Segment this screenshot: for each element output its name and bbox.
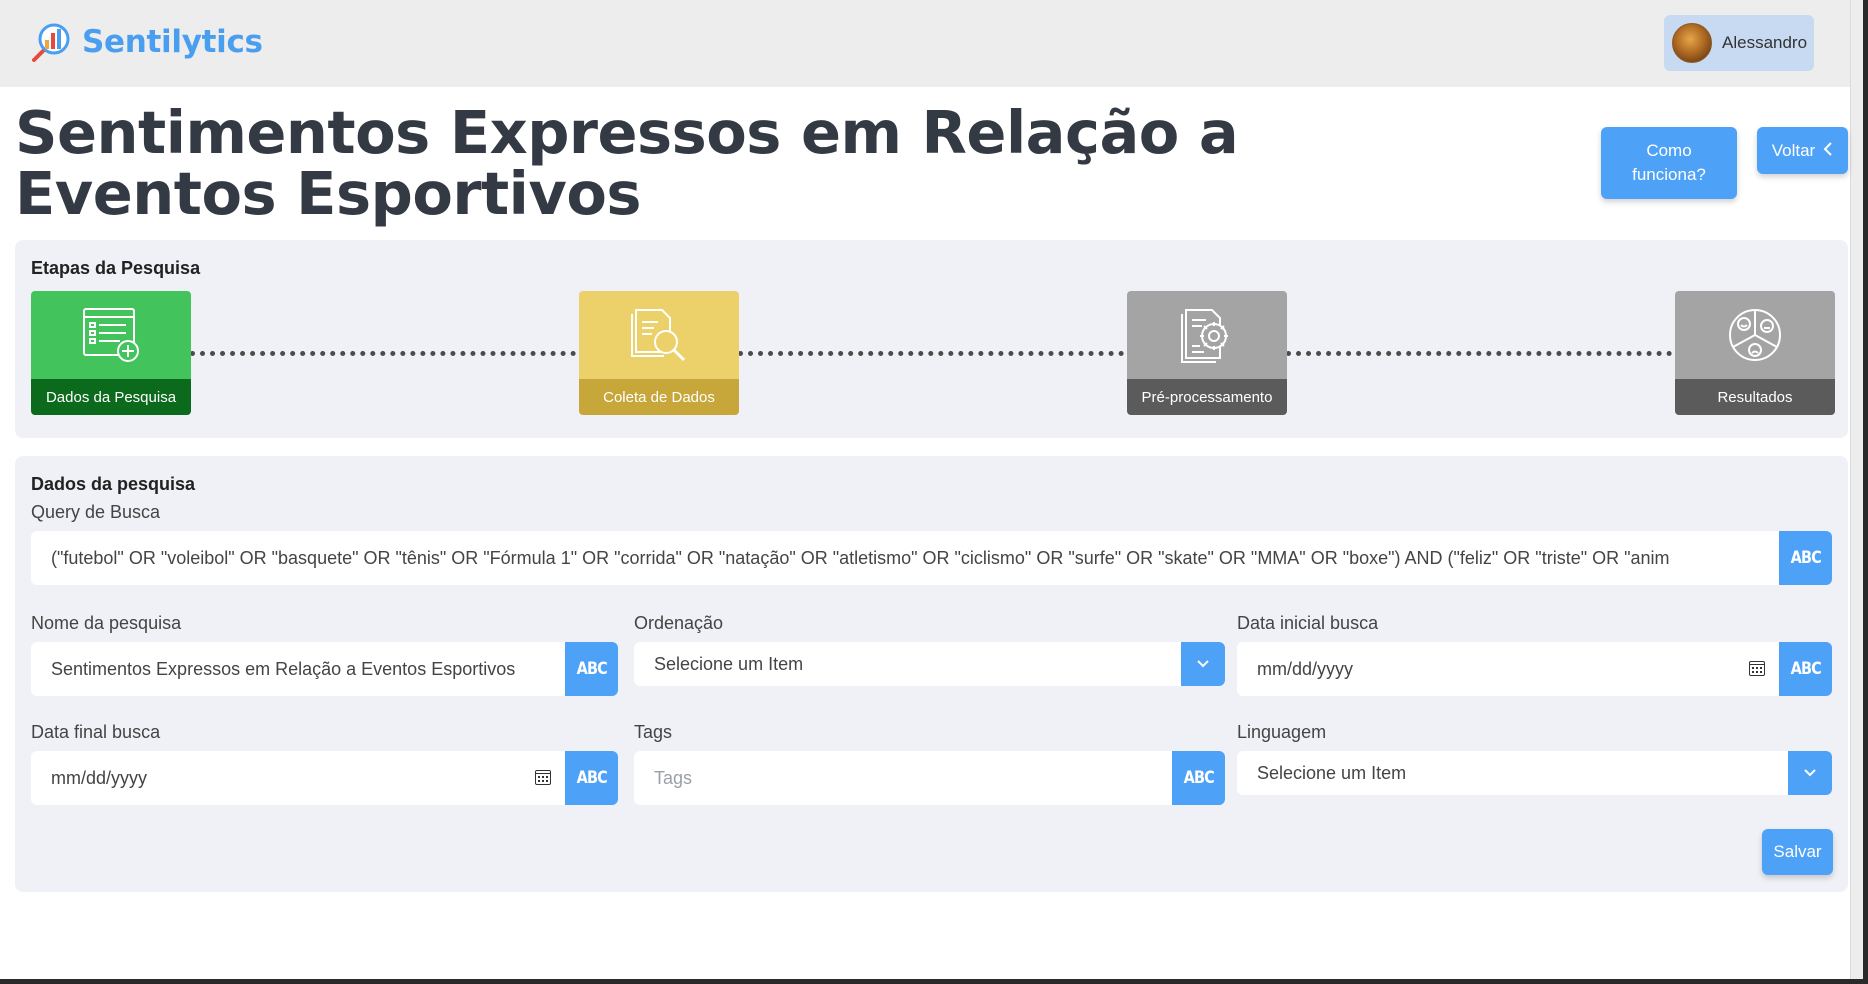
step-resultados[interactable]: Resultados <box>1675 291 1835 415</box>
end-date-label: Data final busca <box>31 722 161 742</box>
end-date-input[interactable]: mm/dd/yyyy <box>31 751 565 805</box>
start-date-input[interactable]: mm/dd/yyyy <box>1237 642 1779 696</box>
calendar-icon[interactable] <box>1749 661 1765 676</box>
step-label: Resultados <box>1675 379 1835 415</box>
name-input[interactable]: Sentimentos Expressos em Relação a Event… <box>31 642 565 696</box>
chevron-down-icon[interactable] <box>1181 642 1225 686</box>
research-data-panel: Dados da pesquisa Query de Busca ("futeb… <box>15 456 1848 892</box>
brand[interactable]: Sentilytics <box>30 20 263 64</box>
research-steps-panel: Etapas da Pesquisa Dados da Pesquisa Col… <box>15 240 1848 438</box>
language-selected: Selecione um Item <box>1257 762 1407 783</box>
back-button[interactable]: Voltar <box>1757 127 1848 174</box>
start-date-label: Data inicial busca <box>1237 613 1379 633</box>
tags-label: Tags <box>634 722 673 742</box>
document-search-icon <box>579 291 739 379</box>
start-date-abc-button[interactable]: ABC <box>1779 642 1832 696</box>
steps-title: Etapas da Pesquisa <box>31 258 201 278</box>
window-scrollbar-track[interactable] <box>1850 0 1863 979</box>
save-button[interactable]: Salvar <box>1762 829 1833 875</box>
tags-input-group: Tags ABC <box>634 751 1225 805</box>
sentiment-pie-icon <box>1675 291 1835 379</box>
chevron-left-icon <box>1823 141 1833 161</box>
query-input[interactable]: ("futebol" OR "voleibol" OR "basquete" O… <box>31 531 1779 585</box>
chevron-down-icon[interactable] <box>1788 751 1832 795</box>
user-name: Alessandro <box>1722 33 1808 52</box>
step-connector <box>738 351 1124 356</box>
abc-label: ABC <box>1790 659 1821 679</box>
abc-label: ABC <box>1790 548 1821 568</box>
user-menu-button[interactable]: Alessandro <box>1664 15 1814 71</box>
avatar <box>1672 23 1712 63</box>
end-date-abc-button[interactable]: ABC <box>565 751 618 805</box>
query-label: Query de Busca <box>31 502 161 522</box>
magnifier-chart-logo-icon <box>30 20 72 64</box>
end-date-input-group: mm/dd/yyyy ABC <box>31 751 618 805</box>
language-select[interactable]: Selecione um Item <box>1237 751 1832 795</box>
ordering-select[interactable]: Selecione um Item <box>634 642 1225 686</box>
form-list-icon <box>31 291 191 379</box>
step-coleta-de-dados[interactable]: Coleta de Dados <box>579 291 739 415</box>
document-gear-icon <box>1127 291 1287 379</box>
how-it-works-button[interactable]: Como funciona? <box>1601 127 1737 199</box>
language-label: Linguagem <box>1237 722 1327 742</box>
window-frame-right <box>1863 0 1868 984</box>
step-label: Pré-processamento <box>1127 379 1287 415</box>
how-it-works-label: Como funciona? <box>1632 141 1706 184</box>
name-input-group: Sentimentos Expressos em Relação a Event… <box>31 642 618 696</box>
ordering-selected: Selecione um Item <box>654 653 804 674</box>
end-date-placeholder: mm/dd/yyyy <box>51 767 148 788</box>
form-title: Dados da pesquisa <box>31 474 196 494</box>
name-abc-button[interactable]: ABC <box>565 642 618 696</box>
abc-label: ABC <box>576 659 607 679</box>
back-label: Voltar <box>1771 140 1816 160</box>
step-connector <box>1286 351 1672 356</box>
top-navbar: Sentilytics Alessandro <box>0 0 1850 87</box>
abc-label: ABC <box>576 768 607 788</box>
window-frame-bottom <box>0 979 1868 984</box>
query-input-group: ("futebol" OR "voleibol" OR "basquete" O… <box>31 531 1832 585</box>
abc-label: ABC <box>1183 768 1214 788</box>
tags-abc-button[interactable]: ABC <box>1172 751 1225 805</box>
calendar-icon[interactable] <box>535 770 551 785</box>
step-label: Dados da Pesquisa <box>31 379 191 415</box>
step-connector <box>190 351 576 356</box>
ordering-label: Ordenação <box>634 613 724 633</box>
step-pre-processamento[interactable]: Pré-processamento <box>1127 291 1287 415</box>
step-label: Coleta de Dados <box>579 379 739 415</box>
start-date-placeholder: mm/dd/yyyy <box>1257 658 1354 679</box>
tags-input[interactable]: Tags <box>634 751 1172 805</box>
step-dados-da-pesquisa[interactable]: Dados da Pesquisa <box>31 291 191 415</box>
start-date-input-group: mm/dd/yyyy ABC <box>1237 642 1832 696</box>
name-label: Nome da pesquisa <box>31 613 182 633</box>
brand-name: Sentilytics <box>82 24 263 60</box>
page-title: Sentimentos Expressos em Relação a Event… <box>15 98 1239 228</box>
query-abc-button[interactable]: ABC <box>1779 531 1832 585</box>
